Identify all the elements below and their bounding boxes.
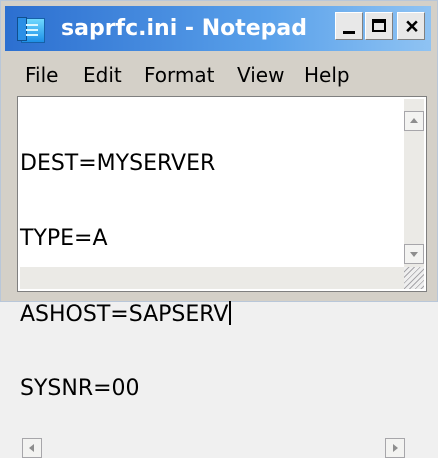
minimize-icon <box>343 31 355 34</box>
scroll-up-button[interactable] <box>404 111 424 131</box>
close-icon: × <box>405 13 419 39</box>
resize-grip[interactable] <box>404 267 424 289</box>
horizontal-scrollbar[interactable] <box>20 267 405 458</box>
vertical-scrollbar[interactable] <box>404 99 424 267</box>
minimize-button[interactable] <box>335 12 363 40</box>
menu-bar: File Edit Format View Help <box>7 58 431 90</box>
menu-view[interactable]: View <box>237 63 284 87</box>
editor-line: SYSNR=00 <box>20 376 140 401</box>
window-title: saprfc.ini - Notepad <box>61 16 308 41</box>
text-caret <box>229 301 232 325</box>
text-editor[interactable]: DEST=MYSERVER TYPE=A ASHOST=SAPSERV SYSN… <box>17 96 427 458</box>
chevron-up-icon <box>410 118 418 123</box>
menu-file[interactable]: File <box>25 63 58 87</box>
notepad-app-icon[interactable] <box>17 17 45 43</box>
menu-format[interactable]: Format <box>144 63 214 87</box>
chevron-left-icon <box>29 444 34 452</box>
scroll-right-button[interactable] <box>385 438 405 458</box>
notepad-window: saprfc.ini - Notepad × File Edit Format … <box>0 0 438 458</box>
chevron-down-icon <box>410 252 418 257</box>
scroll-left-button[interactable] <box>22 438 42 458</box>
editor-line: TYPE=A <box>20 226 108 251</box>
editor-text-area[interactable]: DEST=MYSERVER TYPE=A ASHOST=SAPSERV SYSN… <box>20 101 404 401</box>
scroll-down-button[interactable] <box>404 244 424 264</box>
title-bar[interactable]: saprfc.ini - Notepad × <box>5 6 431 51</box>
editor-line: ASHOST=SAPSERV <box>20 301 404 327</box>
menu-help[interactable]: Help <box>304 63 350 87</box>
editor-line: DEST=MYSERVER <box>20 151 216 176</box>
maximize-button[interactable] <box>365 12 393 40</box>
window-controls: × <box>333 12 429 42</box>
chevron-right-icon <box>393 444 398 452</box>
close-button[interactable]: × <box>397 12 425 40</box>
maximize-icon <box>372 19 386 32</box>
menu-edit[interactable]: Edit <box>83 63 122 87</box>
